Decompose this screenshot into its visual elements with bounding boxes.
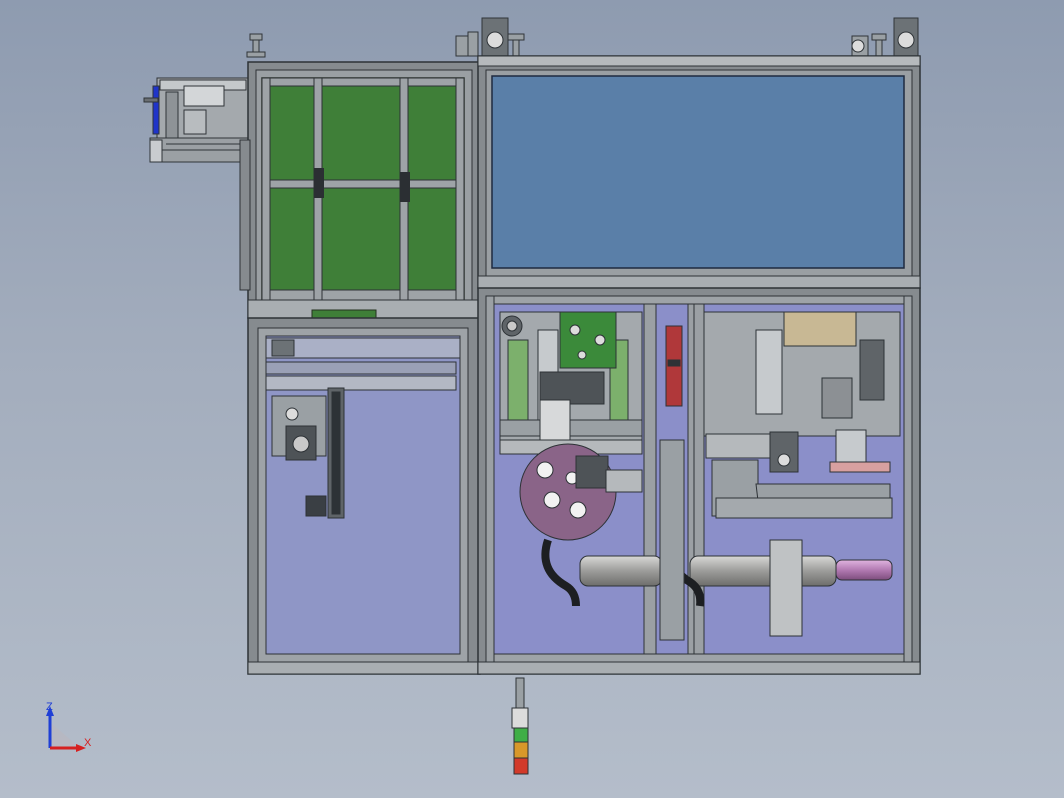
pcb-board [559,311,617,369]
coordinate-triad: Z X [46,701,92,752]
upper-right-frame [477,55,921,291]
cad-drawing-canvas: Z X [46,17,921,775]
green-panel [261,77,465,301]
tower-orange-lamp [513,741,529,759]
lower-left-cabinet [247,317,481,675]
upper-left-frame [239,61,481,319]
tower-red-lamp [513,757,529,775]
x-axis-label: X [84,737,92,749]
z-axis-label: Z [46,701,53,713]
door-handle [314,168,324,198]
top-feet [246,17,919,58]
signal-tower-light [511,677,529,775]
tower-green-lamp [513,727,529,743]
side-bracket-mechanism [143,77,251,163]
lower-right-cabinet [477,287,921,675]
door-handle [400,172,410,202]
blue-panel [491,75,905,269]
